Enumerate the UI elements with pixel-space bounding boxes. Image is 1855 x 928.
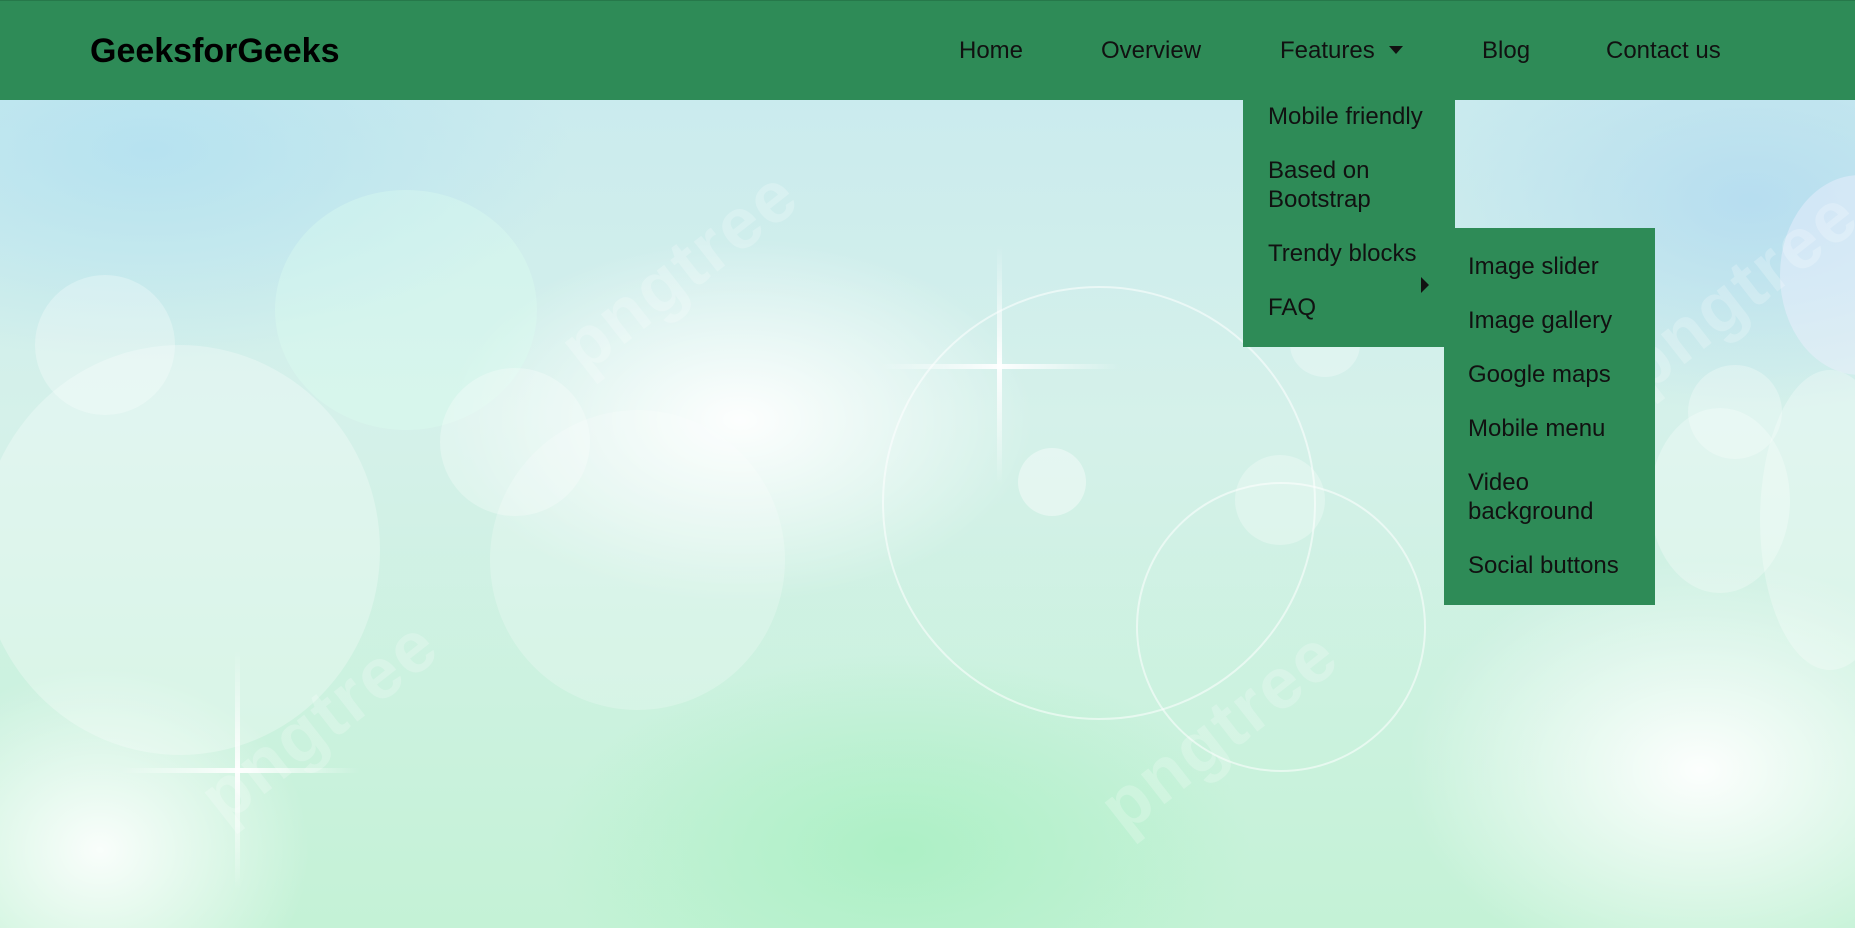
- nav-contact[interactable]: Contact us: [1606, 31, 1721, 71]
- chevron-down-icon: [1388, 45, 1403, 54]
- watermark: pngtree: [544, 153, 814, 389]
- menu-item-trendy-blocks[interactable]: Trendy blocks: [1268, 239, 1443, 268]
- submenu-item-image-slider[interactable]: Image slider: [1468, 252, 1648, 281]
- nav-features-label: Features: [1280, 37, 1375, 64]
- submenu-item-google-maps[interactable]: Google maps: [1468, 360, 1648, 389]
- submenu-item-mobile-menu[interactable]: Mobile menu: [1468, 414, 1648, 443]
- sparkle: [880, 364, 1120, 369]
- submenu-item-video-background[interactable]: Video background: [1468, 468, 1648, 526]
- nav-blog[interactable]: Blog: [1482, 31, 1530, 71]
- submenu-item-social-buttons[interactable]: Social buttons: [1468, 551, 1648, 580]
- features-dropdown: Mobile friendly Based on Bootstrap Trend…: [1243, 100, 1455, 347]
- nav-home[interactable]: Home: [959, 31, 1023, 71]
- nav-overview[interactable]: Overview: [1101, 31, 1201, 71]
- chevron-right-icon: [1421, 277, 1429, 293]
- submenu-item-image-gallery[interactable]: Image gallery: [1468, 306, 1648, 335]
- menu-item-based-on-bootstrap[interactable]: Based on Bootstrap: [1268, 156, 1443, 214]
- navbar: GeeksforGeeks Home Overview Features Blo…: [0, 0, 1855, 100]
- bokeh-circle: [35, 275, 175, 415]
- nav-features[interactable]: Features: [1280, 31, 1403, 71]
- menu-item-mobile-friendly[interactable]: Mobile friendly: [1268, 102, 1443, 131]
- bokeh-circle: [490, 410, 785, 710]
- brand-logo[interactable]: GeeksforGeeks: [90, 29, 340, 73]
- menu-item-faq[interactable]: FAQ: [1268, 293, 1443, 322]
- trendy-blocks-submenu: Image slider Image gallery Google maps M…: [1444, 228, 1655, 605]
